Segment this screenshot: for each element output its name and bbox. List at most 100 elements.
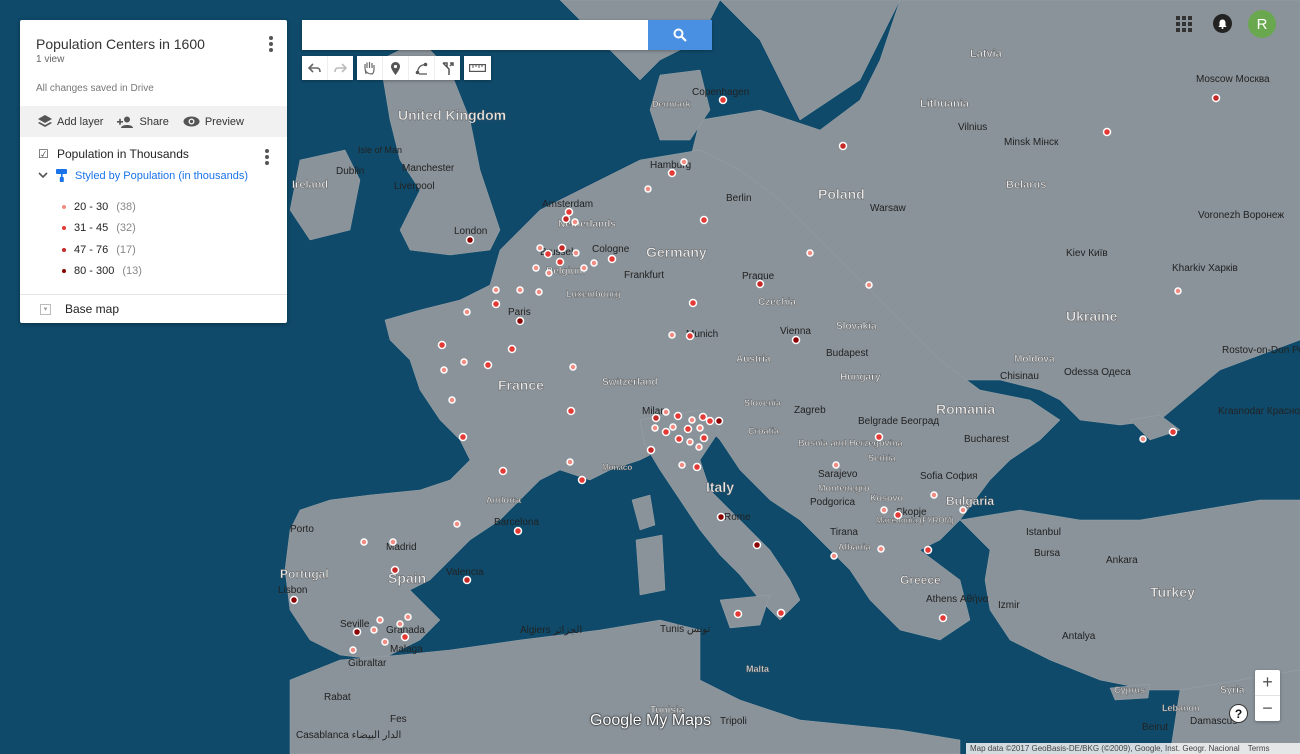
map-marker[interactable] [390,565,400,575]
map-marker[interactable] [644,185,652,193]
select-tool[interactable] [357,56,383,80]
legend-item[interactable]: 20 - 30 (38) [62,196,271,218]
style-label[interactable]: Styled by Population (in thousands) [75,170,248,182]
avatar[interactable]: R [1248,10,1276,38]
map-marker[interactable] [532,264,540,272]
map-marker[interactable] [289,595,299,605]
map-marker[interactable] [458,432,468,442]
map-marker[interactable] [830,552,838,560]
map-marker[interactable] [462,575,472,585]
map-marker[interactable] [716,512,726,522]
map-marker[interactable] [680,158,688,166]
map-marker[interactable] [571,218,579,226]
map-marker[interactable] [669,423,677,431]
map-marker[interactable] [959,506,967,514]
map-marker[interactable] [705,416,715,426]
map-marker[interactable] [923,545,933,555]
map-marker[interactable] [688,298,698,308]
map-marker[interactable] [1139,435,1147,443]
apps-grid-icon[interactable] [1176,16,1192,32]
map-marker[interactable] [699,433,709,443]
map-marker[interactable] [686,438,694,446]
map-marker[interactable] [699,215,709,225]
chevron-down-icon[interactable] [38,172,48,179]
map-marker[interactable] [651,413,661,423]
undo-button[interactable] [302,56,328,80]
preview-button[interactable]: Preview [183,116,244,128]
map-marker[interactable] [349,646,357,654]
map-marker[interactable] [566,458,574,466]
base-map-expand-icon[interactable]: ▾ [40,303,51,315]
map-marker[interactable] [536,244,544,252]
map-marker[interactable] [683,424,693,434]
layer-options-icon[interactable] [265,149,269,167]
map-marker[interactable] [674,434,684,444]
map-marker[interactable] [352,627,362,637]
style-row[interactable]: Styled by Population (in thousands) [38,169,271,182]
map-marker[interactable] [513,526,523,536]
map-marker[interactable] [698,412,708,422]
map-marker[interactable] [577,475,587,485]
map-marker[interactable] [714,416,724,426]
measure-tool[interactable] [464,56,491,80]
map-marker[interactable] [483,360,493,370]
map-marker[interactable] [662,408,670,416]
map-marker[interactable] [535,288,543,296]
map-marker[interactable] [360,538,368,546]
map-marker[interactable] [370,626,378,634]
map-marker[interactable] [566,406,576,416]
map-marker[interactable] [376,616,384,624]
map-marker[interactable] [688,416,696,424]
map-marker[interactable] [400,632,410,642]
search-input[interactable] [302,20,648,50]
map-marker[interactable] [381,638,389,646]
map-marker[interactable] [1168,427,1178,437]
map-marker[interactable] [460,358,468,366]
map-title[interactable]: Population Centers in 1600 [36,36,271,52]
map-marker[interactable] [465,235,475,245]
map-marker[interactable] [453,520,461,528]
legend-item[interactable]: 80 - 300 (13) [62,261,271,283]
map-marker[interactable] [437,340,447,350]
map-marker[interactable] [661,427,671,437]
map-marker[interactable] [1102,127,1112,137]
map-marker[interactable] [718,95,728,105]
layer-name[interactable]: Population in Thousands [57,147,189,161]
map-marker[interactable] [1211,93,1221,103]
map-marker[interactable] [569,363,577,371]
map-marker[interactable] [507,344,517,354]
terms-link[interactable]: Terms [1248,744,1270,753]
map-marker[interactable] [668,331,676,339]
map-marker[interactable] [572,249,580,257]
share-button[interactable]: Share [117,116,169,128]
map-marker[interactable] [580,264,588,272]
map-marker[interactable] [404,613,412,621]
map-marker[interactable] [545,269,553,277]
map-marker[interactable] [448,396,456,404]
legend-item[interactable]: 31 - 45 (32) [62,218,271,240]
map-marker[interactable] [893,510,903,520]
map-marker[interactable] [838,141,848,151]
map-marker[interactable] [515,316,525,326]
map-marker[interactable] [938,613,948,623]
search-button[interactable] [648,20,712,50]
zoom-out-icon[interactable]: − [1255,696,1280,721]
map-marker[interactable] [396,620,404,628]
map-marker[interactable] [607,254,617,264]
map-marker[interactable] [590,259,598,267]
map-marker[interactable] [874,432,884,442]
map-marker[interactable] [389,538,397,546]
map-marker[interactable] [564,207,574,217]
map-marker[interactable] [491,299,501,309]
directions-tool[interactable] [435,56,460,80]
map-marker[interactable] [440,366,448,374]
map-marker[interactable] [561,214,571,224]
map-marker[interactable] [695,443,703,451]
map-marker[interactable] [791,335,801,345]
map-marker[interactable] [755,279,765,289]
zoom-in-icon[interactable]: + [1255,670,1280,695]
map-marker[interactable] [696,424,704,432]
map-marker[interactable] [880,506,888,514]
draw-line-tool[interactable] [409,56,435,80]
map-marker[interactable] [930,491,938,499]
